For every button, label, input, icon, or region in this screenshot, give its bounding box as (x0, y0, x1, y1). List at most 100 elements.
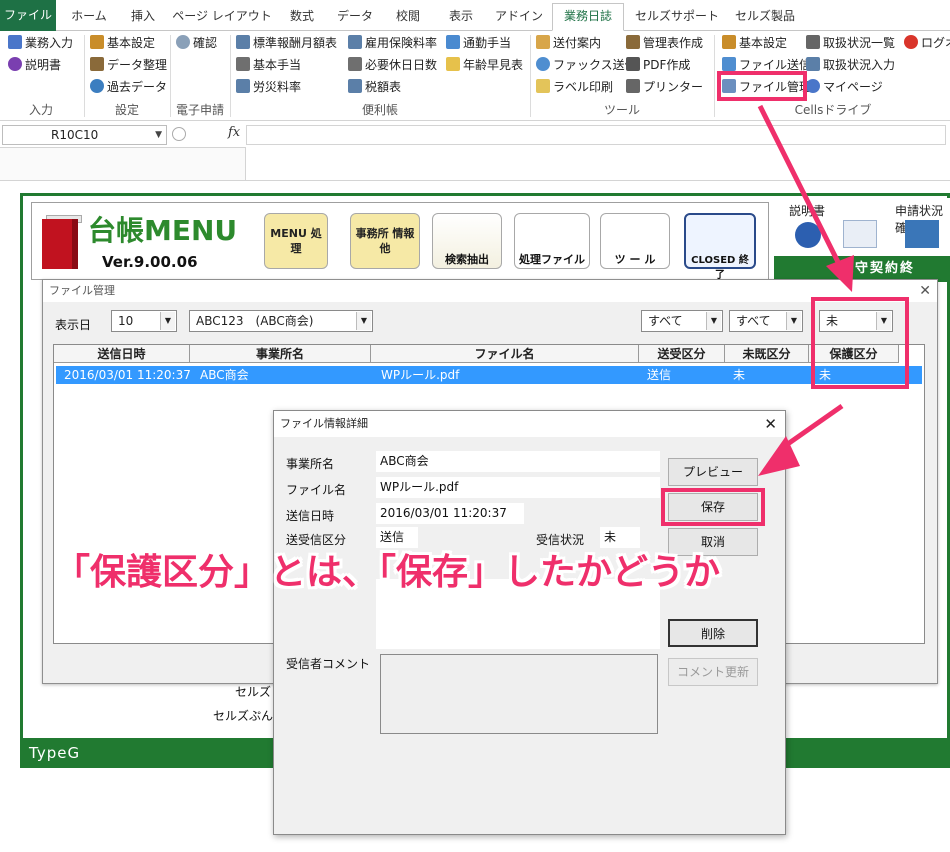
tab-business-log[interactable]: 業務日誌 (552, 3, 624, 31)
group-label-settings: 設定 (114, 103, 139, 117)
logoff-button[interactable]: ログオフ (904, 33, 950, 54)
function-icon[interactable]: fx (228, 125, 240, 140)
display-day-select[interactable]: 10 ▼ (111, 310, 177, 332)
tab-page-layout[interactable]: ページ レイアウト (170, 4, 274, 28)
tab-file[interactable]: ファイル (0, 0, 56, 31)
process-file-button[interactable]: 処理ファイル (514, 213, 590, 269)
past-data-button[interactable]: 過去データ (90, 77, 167, 98)
fax-send-button[interactable]: ファックス送信 (536, 55, 637, 76)
close-exit-button[interactable]: CLOSED 終 了 (684, 213, 756, 281)
workers-comp-rate-button[interactable]: 労災料率 (236, 77, 301, 98)
office-info-button[interactable]: 事務所 情報他 (350, 213, 420, 269)
file-management-title: ファイル管理 (43, 280, 937, 302)
cover-letter-label: 送付案内 (553, 36, 602, 50)
column-header-read-status[interactable]: 未既区分 (725, 345, 809, 363)
tax-table-button[interactable]: 税額表 (348, 77, 401, 98)
column-header-direction[interactable]: 送受区分 (639, 345, 725, 363)
file-detail-dialog: ファイル情報詳細 ✕ 事業所名 ABC商会 ファイル名 WPルール.pdf 送信… (273, 410, 786, 835)
cell-read-status: 未 (733, 368, 746, 382)
chevron-down-icon[interactable]: ▼ (356, 312, 371, 330)
menu-process-button[interactable]: MENU 処 理 (264, 213, 328, 269)
business-input-button[interactable]: 業務入力 (8, 33, 73, 54)
formula-bar-blank-area (0, 147, 246, 180)
manual-link[interactable]: 説明書 (789, 202, 825, 219)
group-label-tools: ツール (603, 103, 640, 117)
cover-letter-button[interactable]: 送付案内 (536, 33, 601, 54)
label-print-button[interactable]: ラベル印刷 (536, 77, 613, 98)
update-comment-button[interactable]: コメント更新 (668, 658, 758, 686)
chevron-down-icon[interactable]: ▼ (706, 312, 721, 330)
status-list-button[interactable]: 取扱状況一覧 (806, 33, 895, 54)
sheet-cell-text: セルズぷん (213, 709, 274, 723)
commute-allowance-button[interactable]: 通勤手当 (446, 33, 511, 54)
manual-button[interactable]: 説明書 (8, 55, 61, 76)
name-box[interactable]: R10C10 ▼ (2, 125, 167, 145)
required-holidays-button[interactable]: 必要休日日数 (348, 55, 437, 76)
chevron-down-icon[interactable]: ▼ (786, 312, 801, 330)
fax-icon (536, 57, 550, 71)
table-row[interactable]: 2016/03/01 11:20:37 ABC商会 WPルール.pdf 送信 未… (56, 366, 922, 384)
receiver-comment-input[interactable] (380, 654, 658, 734)
standard-salary-table-label: 標準報酬月額表 (253, 36, 338, 50)
office-select-value: ABC123 (ABC商会) (196, 314, 314, 328)
data-cleanup-button[interactable]: データ整理 (90, 55, 167, 76)
group-label-e-apply: 電子申請 (175, 103, 224, 117)
column-header-office[interactable]: 事業所名 (190, 345, 371, 363)
office-select[interactable]: ABC123 (ABC商会) ▼ (189, 310, 373, 332)
calendar-icon[interactable] (843, 220, 877, 248)
sent-datetime-value: 2016/03/01 11:20:37 (376, 503, 524, 524)
tab-cells-support[interactable]: セルズサポート (630, 4, 724, 28)
label-icon (536, 79, 550, 93)
tab-data[interactable]: データ (330, 4, 380, 28)
tab-home[interactable]: ホーム (64, 4, 114, 28)
delete-button[interactable]: 削除 (668, 619, 758, 647)
management-sheet-label: 管理表作成 (643, 36, 704, 50)
group-label-input: 入力 (28, 103, 53, 117)
column-header-sent-datetime[interactable]: 送信日時 (54, 345, 190, 363)
tools-button[interactable]: ツ ー ル (600, 213, 670, 269)
management-sheet-button[interactable]: 管理表作成 (626, 33, 703, 54)
column-header-file-name[interactable]: ファイル名 (371, 345, 639, 363)
tab-view[interactable]: 表示 (436, 4, 486, 28)
standard-salary-table-button[interactable]: 標準報酬月額表 (236, 33, 337, 54)
direction-filter[interactable]: すべて ▼ (641, 310, 723, 332)
chevron-down-icon[interactable]: ▼ (160, 312, 175, 330)
tab-formulas[interactable]: 数式 (280, 4, 324, 28)
tab-addins[interactable]: アドイン (492, 4, 546, 28)
close-icon[interactable]: ✕ (919, 280, 931, 302)
printer-button[interactable]: プリンター (626, 77, 703, 98)
preview-button[interactable]: プレビュー (668, 458, 758, 486)
pdf-icon (626, 57, 640, 71)
pdf-create-button[interactable]: PDF作成 (626, 55, 690, 76)
label-print-label: ラベル印刷 (553, 80, 614, 94)
tab-insert[interactable]: 挿入 (120, 4, 166, 28)
read-status-filter[interactable]: すべて ▼ (729, 310, 803, 332)
close-circle-icon (904, 35, 918, 49)
edit-icon (806, 57, 820, 71)
employment-insurance-rate-button[interactable]: 雇用保険料率 (348, 33, 437, 54)
close-icon[interactable]: ✕ (764, 411, 777, 437)
chevron-down-icon[interactable]: ▼ (155, 126, 162, 144)
age-chart-button[interactable]: 年齢早見表 (446, 55, 523, 76)
basic-settings-button[interactable]: 基本設定 (90, 33, 155, 54)
formula-input[interactable] (246, 125, 946, 145)
file-name-label: ファイル名 (286, 483, 347, 497)
tab-review[interactable]: 校閲 (386, 4, 430, 28)
settings-icon (90, 35, 104, 49)
basic-allowance-button[interactable]: 基本手当 (236, 55, 301, 76)
cell-direction: 送信 (647, 368, 672, 382)
tab-cells-products[interactable]: セルズ製品 (730, 4, 800, 28)
direction-filter-value: すべて (648, 314, 683, 328)
cell-office: ABC商会 (200, 368, 249, 382)
mypage-button[interactable]: マイページ (806, 77, 883, 98)
monitor-icon[interactable] (905, 220, 939, 248)
search-extract-button[interactable]: 検索抽出 (432, 213, 502, 269)
table-icon (348, 79, 362, 93)
ribbon-tab-bar: ファイル ホーム 挿入 ページ レイアウト 数式 データ 校閲 表示 アドイン … (0, 0, 950, 31)
cells-basic-settings-label: 基本設定 (739, 36, 788, 50)
confirm-button[interactable]: 確認 (176, 33, 217, 54)
help-icon[interactable] (795, 222, 821, 248)
cancel-formula-icon[interactable] (172, 127, 186, 141)
status-input-button[interactable]: 取扱状況入力 (806, 55, 895, 76)
cells-basic-settings-button[interactable]: 基本設定 (722, 33, 787, 54)
